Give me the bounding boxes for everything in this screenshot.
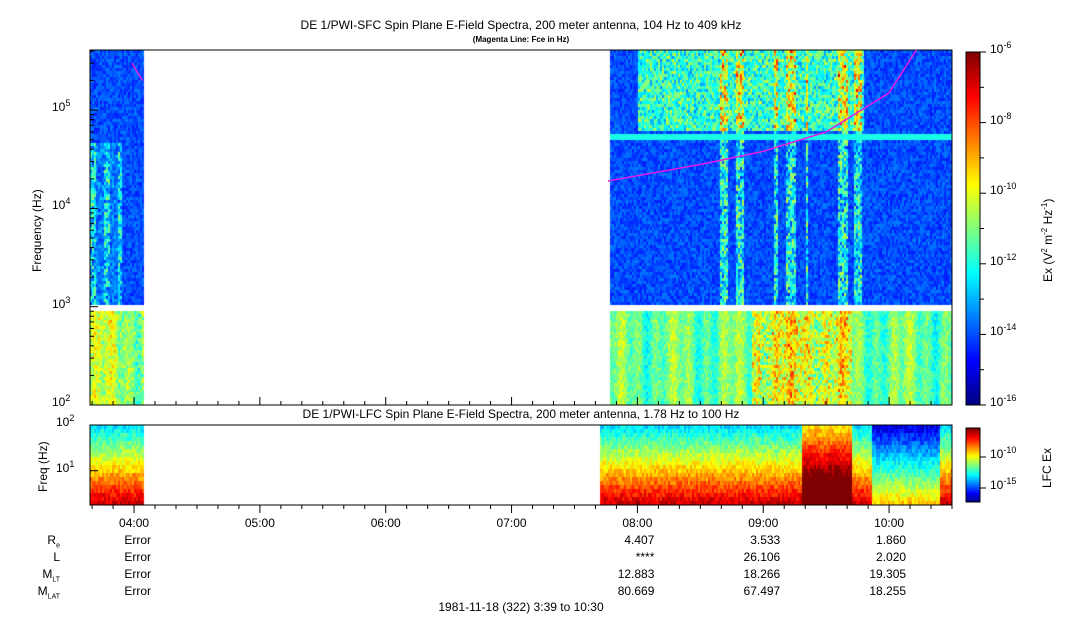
lfc-colorbar-frame	[965, 427, 981, 503]
ephemeris-value: ****	[635, 550, 655, 564]
x-tick-label: 09:00	[748, 516, 779, 530]
ephemeris-row-label-2: MLT	[42, 567, 60, 584]
ephemeris-value: 18.255	[869, 584, 907, 598]
sfc-y-tick-label: 102	[52, 393, 71, 409]
ephemeris-value: 26.106	[743, 550, 781, 564]
sfc-colorbar-tick-label: 10-14	[990, 322, 1017, 339]
sfc-colorbar-frame	[965, 51, 981, 406]
lfc-frame	[89, 424, 953, 506]
ephemeris-row-label-1: L	[53, 550, 60, 564]
sfc-colorbar-tick-label: 10-12	[990, 251, 1017, 268]
ephemeris-value: Error	[124, 533, 152, 547]
x-tick-label: 05:00	[244, 516, 275, 530]
x-tick-label: 06:00	[370, 516, 401, 530]
sfc-ylabel: Frequency (Hz)	[30, 189, 44, 272]
x-tick-label: 04:00	[119, 516, 150, 530]
sfc-frame	[89, 49, 953, 406]
lfc-colorbar-tick-label: 10-10	[990, 445, 1017, 461]
footer-time-range: 1981-11-18 (322) 3:39 to 10:30	[438, 600, 604, 614]
lfc-y-tick-label: 101	[56, 458, 75, 475]
ephemeris-value: 2.020	[876, 550, 907, 564]
ephemeris-value: Error	[124, 584, 152, 598]
ephemeris-row-label-3: MLAT	[37, 584, 60, 601]
ephemeris-value: 67.497	[743, 584, 781, 598]
spectrogram-figure: DE 1/PWI-SFC Spin Plane E-Field Spectra,…	[0, 0, 1083, 620]
lfc-colorbar-tick-label: 10-15	[990, 476, 1017, 492]
ephemeris-value: 4.407	[624, 533, 655, 547]
x-tick-label: 07:00	[496, 516, 527, 530]
lfc-y-tick-label: 102	[56, 413, 75, 429]
ephemeris-value: 19.305	[869, 567, 907, 581]
sfc-colorbar-tick-label: 10-10	[990, 181, 1017, 198]
sfc-colorbar-tick-label: 10-8	[990, 110, 1012, 127]
fce-line-0	[131, 62, 144, 81]
x-tick-label: 10:00	[874, 516, 905, 530]
ephemeris-value: 3.533	[750, 533, 781, 547]
sfc-y-tick-label: 105	[52, 98, 71, 115]
ephemeris-row-label-0: Re	[47, 533, 60, 550]
sfc-y-tick-label: 104	[52, 196, 71, 213]
axes-layer	[89, 49, 986, 513]
sfc-colorbar-tick-label: 10-6	[990, 40, 1012, 56]
sfc-colorbar-label: Ex (V2 m-2 Hz-1)	[1040, 198, 1055, 282]
sfc-y-tick-label: 103	[52, 294, 71, 311]
ephemeris-value: 18.266	[743, 567, 781, 581]
fce-line-1	[607, 49, 917, 182]
lfc-ylabel: Freq (Hz)	[36, 441, 50, 492]
ephemeris-value: Error	[124, 550, 152, 564]
ephemeris-value: Error	[124, 567, 152, 581]
ephemeris-value: 12.883	[617, 567, 655, 581]
sfc-colorbar-tick-label: 10-16	[990, 393, 1017, 409]
x-tick-label: 08:00	[622, 516, 653, 530]
ephemeris-value: 1.860	[876, 533, 907, 547]
ephemeris-value: 80.669	[617, 584, 655, 598]
lfc-colorbar-label: LFC Ex	[1040, 447, 1054, 488]
